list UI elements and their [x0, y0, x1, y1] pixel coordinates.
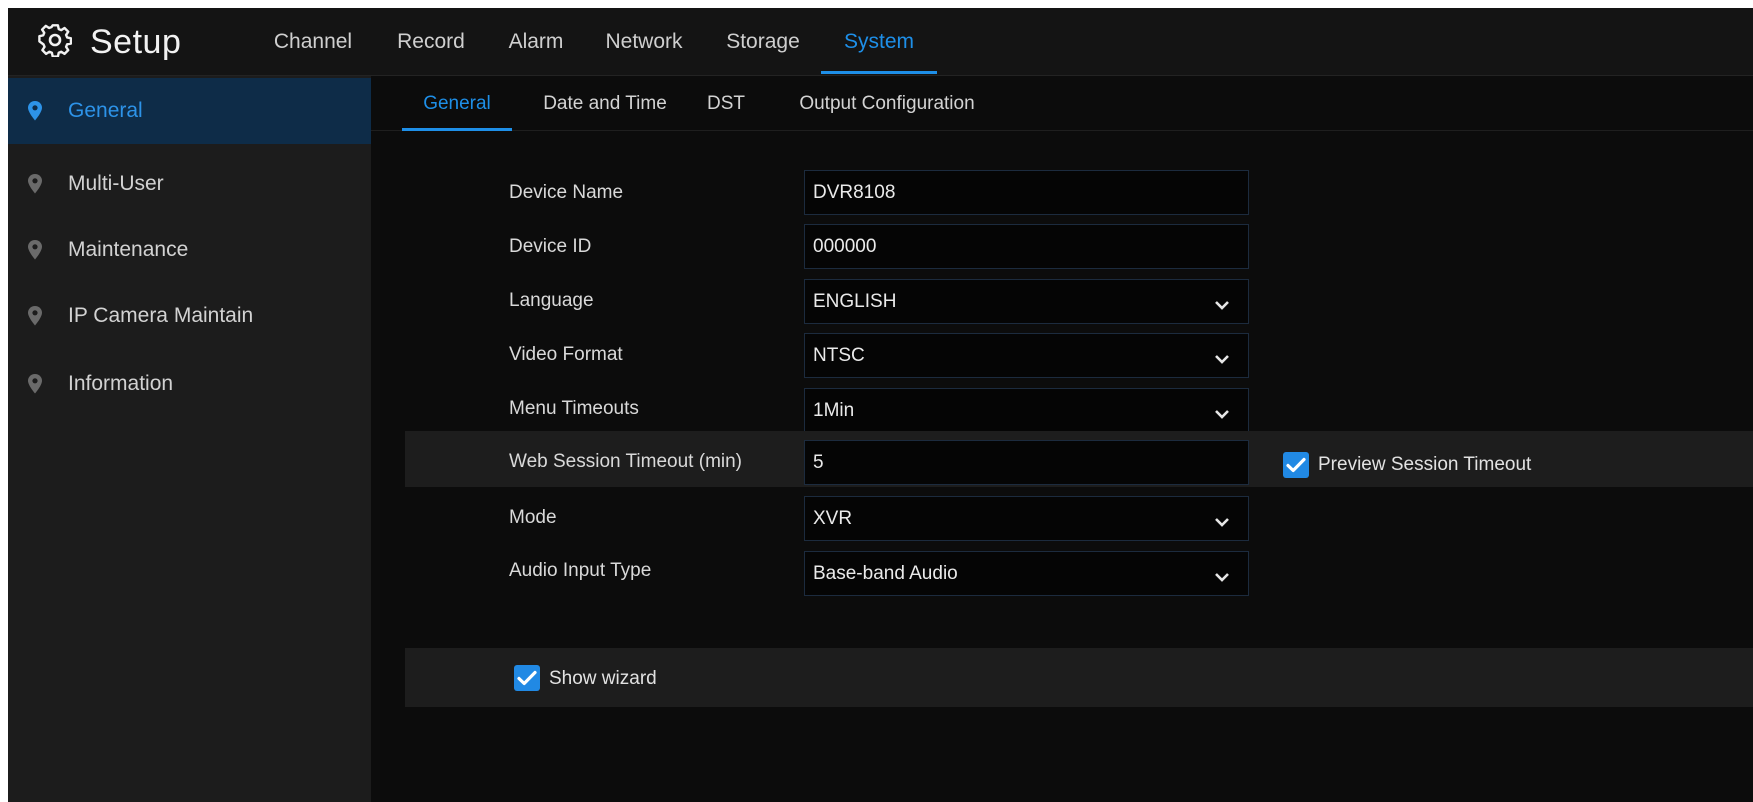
sidebar-item-ip-camera-maintain[interactable]: IP Camera Maintain — [8, 283, 371, 349]
show-wizard-checkbox[interactable] — [514, 665, 540, 691]
tab-alarm[interactable]: Alarm — [500, 8, 572, 76]
device-name-value: DVR8108 — [813, 181, 896, 203]
location-pin-icon — [24, 238, 46, 262]
top-navigation-bar: Setup Channel Record Alarm Network Stora… — [8, 8, 1753, 76]
sidebar-item-label: Multi-User — [68, 172, 164, 195]
settings-panel: General Date and Time DST Output Configu… — [371, 76, 1753, 802]
device-id-input[interactable]: 000000 — [804, 224, 1249, 269]
chevron-down-icon — [1214, 567, 1230, 582]
chevron-down-icon — [1214, 295, 1230, 310]
subtab-date-and-time[interactable]: Date and Time — [531, 76, 679, 131]
language-value: ENGLISH — [813, 290, 897, 312]
brand: Setup — [38, 20, 181, 64]
mode-select[interactable]: XVR — [804, 496, 1249, 541]
tab-network[interactable]: Network — [596, 8, 692, 76]
web-session-timeout-input[interactable]: 5 — [804, 440, 1249, 485]
tab-storage[interactable]: Storage — [716, 8, 810, 76]
chevron-down-icon — [1214, 512, 1230, 527]
menu-timeouts-value: 1Min — [813, 399, 855, 421]
location-pin-icon — [24, 99, 46, 123]
subtab-dst[interactable]: DST — [699, 76, 753, 131]
sidebar-item-label: Information — [68, 372, 174, 395]
web-session-timeout-value: 5 — [813, 451, 824, 473]
checkmark-icon — [517, 670, 537, 686]
audio-input-type-value: Base-band Audio — [813, 562, 958, 584]
sidebar-item-label: General — [68, 99, 143, 122]
device-id-label: Device ID — [509, 236, 592, 257]
audio-input-type-label: Audio Input Type — [509, 560, 652, 581]
show-wizard-label: Show wizard — [549, 668, 657, 689]
video-format-select[interactable]: NTSC — [804, 333, 1249, 378]
checkmark-icon — [1286, 457, 1306, 473]
sidebar-item-information[interactable]: Information — [8, 351, 371, 417]
location-pin-icon — [24, 172, 46, 196]
setup-window: Setup Channel Record Alarm Network Stora… — [8, 8, 1753, 802]
device-id-value: 000000 — [813, 235, 877, 257]
sidebar-item-label: Maintenance — [68, 238, 189, 261]
web-session-timeout-label: Web Session Timeout (min) — [509, 451, 743, 472]
page-title: Setup — [90, 22, 182, 61]
preview-session-timeout-label: Preview Session Timeout — [1318, 454, 1532, 475]
mode-label: Mode — [509, 507, 557, 528]
tab-channel[interactable]: Channel — [264, 8, 362, 76]
sidebar: General Multi-User Maintenance IP Camera… — [8, 76, 371, 802]
preview-session-timeout-checkbox[interactable] — [1283, 452, 1309, 478]
sidebar-item-general[interactable]: General — [8, 78, 371, 144]
device-name-label: Device Name — [509, 182, 624, 203]
sidebar-item-label: IP Camera Maintain — [68, 304, 254, 327]
subtab-output-configuration[interactable]: Output Configuration — [783, 76, 991, 131]
location-pin-icon — [24, 304, 46, 328]
menu-timeouts-select[interactable]: 1Min — [804, 388, 1249, 433]
subtab-general[interactable]: General — [402, 76, 512, 131]
device-name-input[interactable]: DVR8108 — [804, 170, 1249, 215]
video-format-label: Video Format — [509, 344, 623, 365]
sidebar-item-multi-user[interactable]: Multi-User — [8, 151, 371, 217]
subtab-bar: General Date and Time DST Output Configu… — [371, 76, 1753, 131]
video-format-value: NTSC — [813, 344, 865, 366]
tab-record[interactable]: Record — [388, 8, 474, 76]
gear-icon — [38, 23, 73, 62]
language-select[interactable]: ENGLISH — [804, 279, 1249, 324]
location-pin-icon — [24, 372, 46, 396]
audio-input-type-select[interactable]: Base-band Audio — [804, 551, 1249, 596]
chevron-down-icon — [1214, 404, 1230, 419]
sidebar-item-maintenance[interactable]: Maintenance — [8, 217, 371, 283]
tab-system[interactable]: System — [821, 8, 937, 76]
chevron-down-icon — [1214, 349, 1230, 364]
menu-timeouts-label: Menu Timeouts — [509, 398, 639, 419]
mode-value: XVR — [813, 507, 853, 529]
language-label: Language — [509, 290, 594, 311]
